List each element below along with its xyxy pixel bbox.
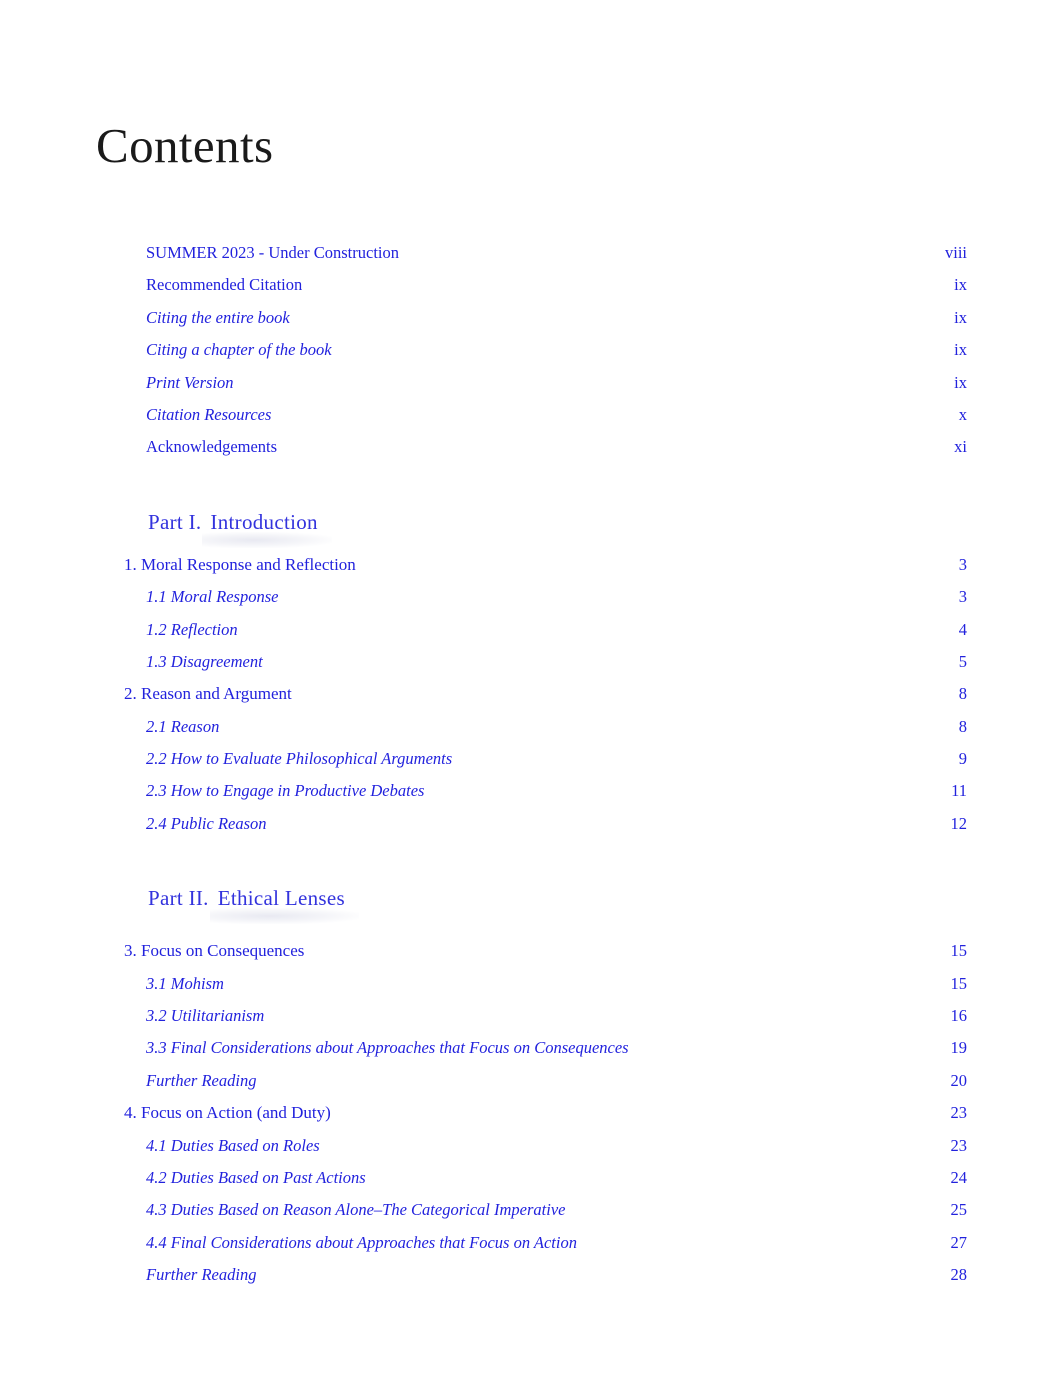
toc-entry-page-number: 15 (950, 973, 968, 993)
toc-entry[interactable]: 2.4 Public Reason 12 (0, 814, 1062, 846)
toc-entry-page-number: ix (954, 340, 967, 360)
toc-entry[interactable]: Citing the entire book ix (0, 308, 1062, 340)
toc-entry-page-number: ix (954, 372, 967, 392)
toc-entry-page-number: 3 (958, 587, 967, 607)
toc-entry-label[interactable]: SUMMER 2023 - Under Construction (146, 243, 399, 263)
toc-entry-label[interactable]: 2.4 Public Reason (146, 814, 267, 834)
toc-entry-page-number: 19 (950, 1038, 968, 1058)
toc-entry-label[interactable]: Recommended Citation (146, 275, 302, 295)
part-label: Part I. (148, 509, 202, 534)
toc-entry[interactable]: 1.1 Moral Response 3 (0, 587, 1062, 619)
toc-entry-label[interactable]: 4.4 Final Considerations about Approache… (146, 1233, 577, 1253)
toc-entry[interactable]: 2.3 How to Engage in Productive Debates 1… (0, 781, 1062, 813)
toc-entry-page-number: 9 (958, 749, 967, 769)
toc-entry[interactable]: 3. Focus on Consequences 15 (0, 941, 1062, 973)
toc-entry[interactable]: Citation Resources x (0, 405, 1062, 437)
toc-entry-label[interactable]: 2. Reason and Argument (124, 684, 292, 704)
toc-entry-label[interactable]: 2.3 How to Engage in Productive Debates (146, 781, 424, 801)
part-heading: Part I. Introduction (0, 490, 1062, 549)
toc-entry[interactable]: 4.3 Duties Based on Reason Alone–The Cat… (0, 1200, 1062, 1232)
toc-entry-page-number: 20 (950, 1070, 968, 1090)
front-matter-section: SUMMER 2023 - Under Construction viii Reco… (0, 243, 1062, 470)
toc-entry-label[interactable]: 1.3 Disagreement (146, 652, 263, 672)
toc-entry-page-number: 11 (951, 781, 967, 801)
document-page: Contents SUMMER 2023 - Under Constructio… (0, 0, 1062, 1377)
toc-entry[interactable]: Print Version ix (0, 373, 1062, 405)
toc-entry[interactable]: 1. Moral Response and Reflection 3 (0, 555, 1062, 587)
toc-entry[interactable]: Citing a chapter of the book ix (0, 340, 1062, 372)
toc-entry-label[interactable]: Further Reading (146, 1265, 256, 1285)
toc-entry-page-number: xi (954, 437, 967, 457)
toc-entry-label[interactable]: Citing the entire book (146, 308, 290, 328)
toc-entry[interactable]: 1.3 Disagreement 5 (0, 652, 1062, 684)
toc-entry-page-number: 3 (958, 554, 967, 574)
part-name: Ethical Lenses (209, 886, 360, 925)
toc-entry-page-number: 4 (958, 619, 967, 639)
toc-entry[interactable]: Recommended Citation ix (0, 275, 1062, 307)
toc-entry[interactable]: 3.3 Final Considerations about Approache… (0, 1038, 1062, 1070)
toc-entry-label[interactable]: 4.2 Duties Based on Past Actions (146, 1168, 366, 1188)
toc-entry[interactable]: Further Reading 28 (0, 1265, 1062, 1297)
toc-entry[interactable]: 4. Focus on Action (and Duty) 23 (0, 1103, 1062, 1135)
toc-entry-page-number: x (958, 404, 967, 424)
toc-entry[interactable]: SUMMER 2023 - Under Construction viii (0, 243, 1062, 275)
toc-entry-label[interactable]: 4.1 Duties Based on Roles (146, 1136, 320, 1156)
toc-entry-label[interactable]: Further Reading (146, 1071, 256, 1091)
toc-entry-page-number: 24 (950, 1167, 968, 1187)
part-heading: Part II. Ethical Lenses (0, 866, 1062, 925)
toc-entry-page-number: viii (944, 243, 967, 262)
toc-entry-label[interactable]: 3.1 Mohism (146, 974, 224, 994)
toc-entry[interactable]: 4.4 Final Considerations about Approache… (0, 1233, 1062, 1265)
toc-entry-page-number: ix (954, 275, 967, 295)
toc-entry-page-number: 5 (958, 651, 967, 671)
part-label: Part II. (148, 886, 209, 911)
toc-entry-label[interactable]: 1.2 Reflection (146, 620, 238, 640)
toc-entry[interactable]: 2. Reason and Argument 8 (0, 684, 1062, 716)
table-of-contents: SUMMER 2023 - Under Construction viii Reco… (0, 243, 1062, 1298)
toc-entry-page-number: 12 (950, 813, 968, 833)
part-name: Introduction (202, 509, 333, 548)
toc-entry-label[interactable]: Print Version (146, 373, 234, 393)
toc-entry-label[interactable]: 3.2 Utilitarianism (146, 1006, 264, 1026)
toc-entry-label[interactable]: 1. Moral Response and Reflection (124, 555, 356, 575)
toc-entry-label[interactable]: 3.3 Final Considerations about Approache… (146, 1038, 629, 1058)
toc-entry-page-number: 23 (950, 1103, 968, 1123)
toc-entry-label[interactable]: Citation Resources (146, 405, 271, 425)
toc-entry-label[interactable]: 4. Focus on Action (and Duty) (124, 1103, 331, 1123)
toc-entry[interactable]: 3.2 Utilitarianism 16 (0, 1006, 1062, 1038)
toc-entry-page-number: 25 (950, 1200, 968, 1220)
toc-entry[interactable]: 4.2 Duties Based on Past Actions 24 (0, 1168, 1062, 1200)
toc-entry-page-number: 28 (950, 1265, 968, 1285)
toc-entry-page-number: 8 (958, 716, 967, 736)
toc-entry[interactable]: 2.1 Reason 8 (0, 717, 1062, 749)
toc-entry-label[interactable]: 2.2 How to Evaluate Philosophical Argume… (146, 749, 452, 769)
toc-entry[interactable]: 4.1 Duties Based on Roles 23 (0, 1136, 1062, 1168)
toc-entry-label[interactable]: Citing a chapter of the book (146, 340, 332, 360)
toc-entry-label[interactable]: 1.1 Moral Response (146, 587, 278, 607)
toc-entry-label[interactable]: 4.3 Duties Based on Reason Alone–The Cat… (146, 1200, 565, 1220)
toc-entry-label[interactable]: 3. Focus on Consequences (124, 941, 304, 961)
page-title: Contents (96, 117, 274, 173)
toc-entry-label[interactable]: Acknowledgements (146, 437, 277, 457)
toc-entry[interactable]: 2.2 How to Evaluate Philosophical Argume… (0, 749, 1062, 781)
toc-entry-page-number: 27 (950, 1232, 968, 1252)
toc-entry-label[interactable]: 2.1 Reason (146, 717, 219, 737)
toc-entry-page-number: 15 (950, 941, 968, 961)
toc-entry-page-number: 8 (958, 684, 967, 704)
toc-entry-page-number: ix (954, 307, 967, 327)
toc-entry[interactable]: 1.2 Reflection 4 (0, 620, 1062, 652)
toc-entry[interactable]: 3.1 Mohism 15 (0, 974, 1062, 1006)
toc-entry[interactable]: Further Reading 20 (0, 1071, 1062, 1103)
parts-section: Part I. Introduction 1. Moral Response and… (0, 490, 1062, 1298)
toc-entry[interactable]: Acknowledgements xi (0, 437, 1062, 469)
toc-entry-page-number: 16 (950, 1006, 968, 1026)
toc-entry-page-number: 23 (950, 1135, 968, 1155)
